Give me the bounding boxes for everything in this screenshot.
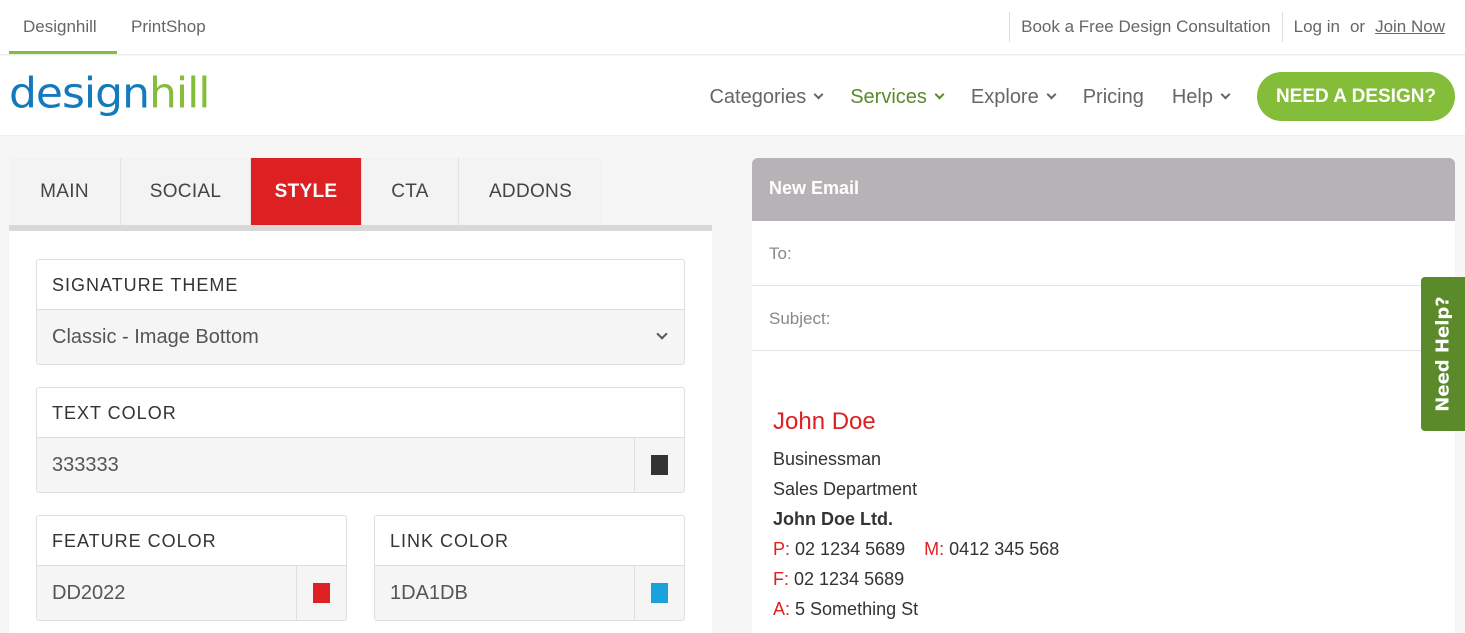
logo-part-hill: hill xyxy=(148,69,211,118)
mobile-value: 0412 345 568 xyxy=(949,539,1060,559)
signature-title: Businessman xyxy=(773,449,882,469)
chevron-down-icon xyxy=(813,89,824,100)
fax-value: 02 1234 5689 xyxy=(794,569,905,589)
phone-key: P: xyxy=(773,539,791,559)
signature-company: John Doe Ltd. xyxy=(773,509,893,529)
nav-categories[interactable]: Categories xyxy=(709,85,824,109)
text-color-value: 333333 xyxy=(52,454,119,476)
link-color-field: LINK COLOR 1DA1DB xyxy=(374,515,685,621)
feature-color-input[interactable]: DD2022 xyxy=(37,566,346,620)
feature-color-value: DD2022 xyxy=(52,582,126,604)
email-to-field[interactable]: To: xyxy=(752,221,1455,286)
email-subject-field[interactable]: Subject: xyxy=(752,286,1455,351)
tab-main[interactable]: MAIN xyxy=(9,158,121,225)
tab-addons[interactable]: ADDONS xyxy=(459,158,602,225)
nav-explore[interactable]: Explore xyxy=(970,85,1057,109)
color-swatch xyxy=(313,583,330,603)
feature-color-field: FEATURE COLOR DD2022 xyxy=(36,515,347,621)
text-color-picker[interactable] xyxy=(634,438,684,492)
signature-phones: P: 02 1234 5689 M: 0412 345 568 xyxy=(773,534,1059,564)
link-color-picker[interactable] xyxy=(634,566,684,620)
feature-color-picker[interactable] xyxy=(296,566,346,620)
editor-tabs: MAIN SOCIAL STYLE CTA ADDONS xyxy=(9,158,602,225)
nav-label: Help xyxy=(1171,85,1213,108)
nav-help[interactable]: Help xyxy=(1171,85,1231,109)
divider xyxy=(1009,12,1011,42)
color-swatch xyxy=(651,583,668,603)
join-now-link[interactable]: Join Now xyxy=(1375,17,1445,37)
tab-style[interactable]: STYLE xyxy=(251,158,362,225)
chevron-down-icon xyxy=(656,328,668,340)
signature-theme-select[interactable]: Classic - Image Bottom xyxy=(37,310,684,364)
signature-preview: John Doe Businessman Sales Department Jo… xyxy=(773,408,1059,624)
email-preview-title: New Email xyxy=(752,158,1455,221)
color-swatch xyxy=(651,455,668,475)
signature-theme-field: SIGNATURE THEME Classic - Image Bottom xyxy=(36,259,685,365)
designhill-logo[interactable]: designhill xyxy=(9,67,211,120)
chevron-down-icon xyxy=(934,89,945,100)
divider xyxy=(1281,12,1283,42)
need-help-label: Need Help? xyxy=(1432,296,1454,412)
selected-theme: Classic - Image Bottom xyxy=(52,326,259,348)
address-key: A: xyxy=(773,599,791,619)
account-links: Book a Free Design Consultation Log in o… xyxy=(998,12,1445,42)
phone-value: 02 1234 5689 xyxy=(795,539,906,559)
need-help-tab[interactable]: Need Help? xyxy=(1421,277,1465,431)
nav-label: Categories xyxy=(709,85,807,108)
mobile-key: M: xyxy=(924,539,945,559)
need-a-design-button[interactable]: NEED A DESIGN? xyxy=(1257,72,1455,121)
signature-address: A: 5 Something St xyxy=(773,594,1059,624)
nav-label: Services xyxy=(850,85,927,108)
style-editor-panel: SIGNATURE THEME Classic - Image Bottom T… xyxy=(9,231,712,633)
signature-name: John Doe xyxy=(773,408,876,435)
text-color-field: TEXT COLOR 333333 xyxy=(36,387,685,493)
login-link[interactable]: Log in xyxy=(1294,17,1340,37)
consultation-link[interactable]: Book a Free Design Consultation xyxy=(1021,17,1270,37)
nav-label: Explore xyxy=(970,85,1039,108)
top-bar: Designhill PrintShop Book a Free Design … xyxy=(0,0,1465,55)
fax-key: F: xyxy=(773,569,789,589)
nav-label: Pricing xyxy=(1082,85,1144,108)
signature-department: Sales Department xyxy=(773,479,918,499)
nav-pricing[interactable]: Pricing xyxy=(1083,86,1144,109)
field-label: SIGNATURE THEME xyxy=(37,260,684,310)
field-label: FEATURE COLOR xyxy=(37,516,346,566)
link-color-input[interactable]: 1DA1DB xyxy=(375,566,684,620)
site-tab-designhill[interactable]: Designhill xyxy=(9,0,117,54)
text-color-input[interactable]: 333333 xyxy=(37,438,684,492)
logo-part-design: design xyxy=(9,69,150,118)
chevron-down-icon xyxy=(1220,89,1231,100)
tab-cta[interactable]: CTA xyxy=(362,158,459,225)
chevron-down-icon xyxy=(1046,89,1057,100)
nav-services[interactable]: Services xyxy=(850,85,945,109)
address-value: 5 Something St xyxy=(795,599,919,619)
main-header: designhill Categories Services Explore P… xyxy=(0,56,1465,136)
main-nav: Categories Services Explore Pricing Help xyxy=(681,80,1231,114)
link-color-value: 1DA1DB xyxy=(390,582,468,604)
field-label: TEXT COLOR xyxy=(37,388,684,438)
or-text: or xyxy=(1349,17,1366,36)
site-tab-printshop[interactable]: PrintShop xyxy=(117,0,220,55)
tab-social[interactable]: SOCIAL xyxy=(121,158,251,225)
field-label: LINK COLOR xyxy=(375,516,684,566)
email-preview: New Email To: Subject: John Doe Business… xyxy=(752,158,1455,633)
signature-fax: F: 02 1234 5689 xyxy=(773,564,1059,594)
